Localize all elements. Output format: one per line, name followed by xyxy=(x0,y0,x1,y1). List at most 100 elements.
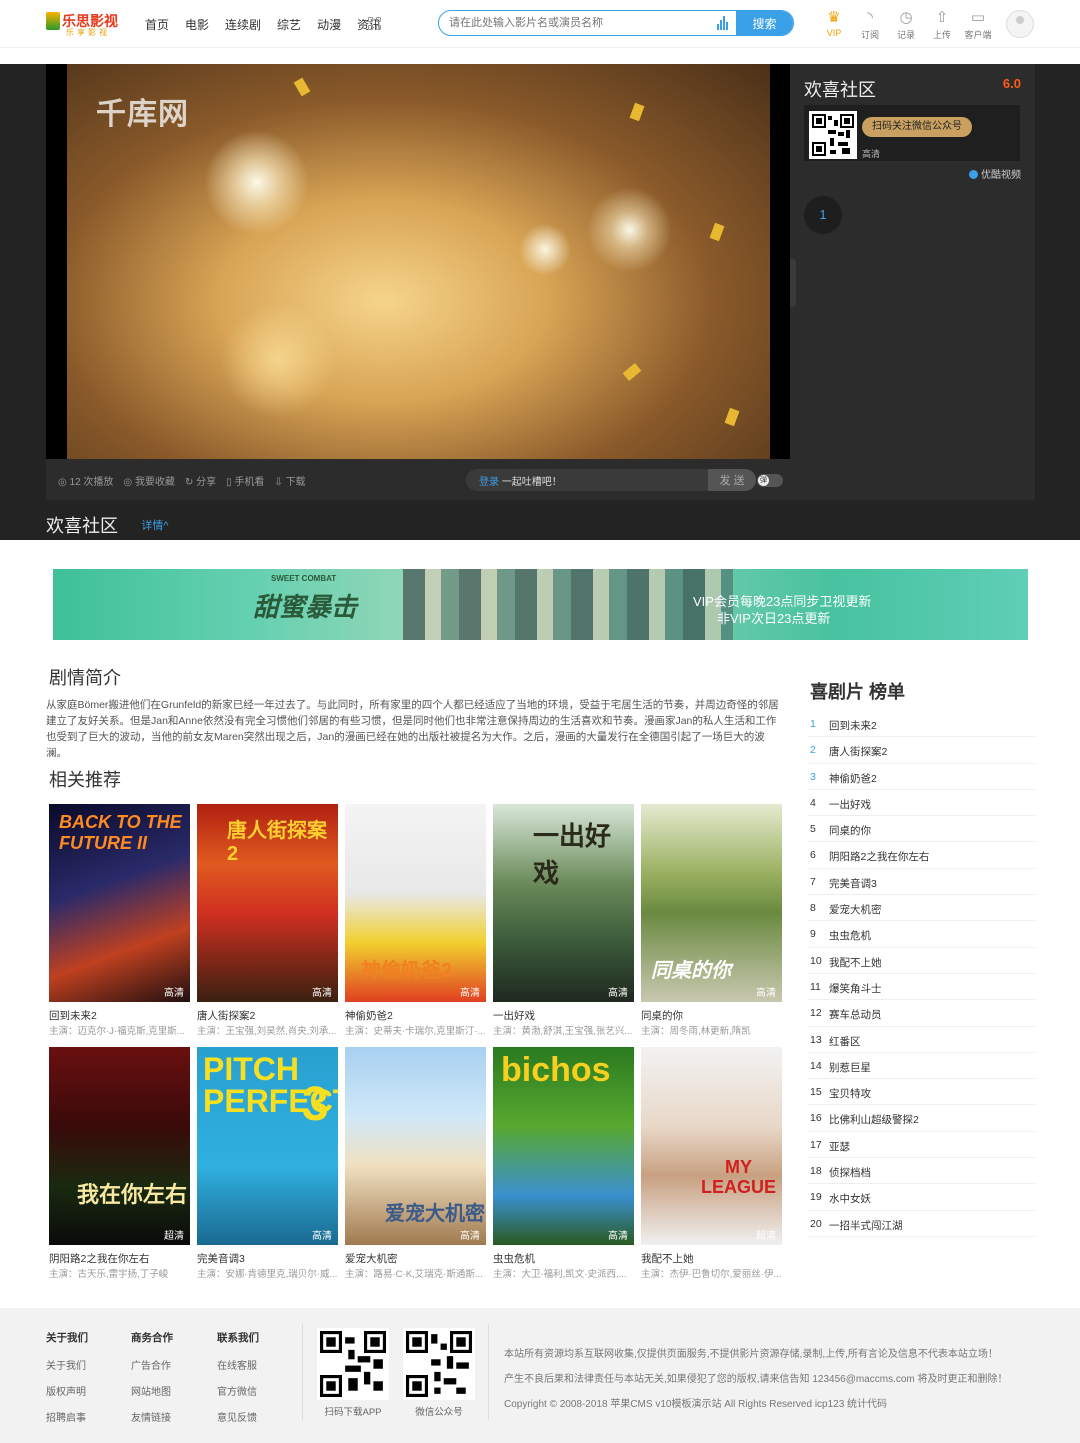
footer-link[interactable]: 版权声明 xyxy=(46,1383,88,1398)
poster-title[interactable]: 同桌的你 xyxy=(641,1008,683,1023)
rank-item[interactable]: 2 唐人街探案2 xyxy=(808,737,1035,764)
vip-button[interactable]: ♛ VIP xyxy=(816,8,852,41)
footer-link[interactable]: 官方微信 xyxy=(217,1383,259,1398)
video-player[interactable]: 千库网 xyxy=(46,64,790,459)
footer-link[interactable]: 友情链接 xyxy=(131,1409,173,1424)
footer-link[interactable]: 网站地图 xyxy=(131,1383,173,1398)
rank-item[interactable]: 12 赛车总动员 xyxy=(808,1000,1035,1027)
qr-pattern xyxy=(320,1331,386,1397)
promo-banner[interactable]: SWEET COMBAT 甜蜜暴击 VIP会员每晚23点同步卫视更新 非VIP次… xyxy=(53,569,1028,640)
search-button[interactable]: 搜索 xyxy=(736,11,793,35)
rank-title[interactable]: 侦探档档 xyxy=(829,1165,871,1180)
rank-item[interactable]: 6 阴阳路2之我在你左右 xyxy=(808,842,1035,869)
player-container: 千库网 ◎ 12 次播放 ◎ 我要收藏 ↻ 分享 ▯ 手机看 ⇩ 下载 登录 一… xyxy=(46,64,1035,500)
nav-item-anime[interactable]: 动漫 xyxy=(317,16,341,33)
subscribe-button[interactable]: ◝ 订阅 xyxy=(852,8,888,41)
episode-button[interactable]: 1 xyxy=(804,196,842,234)
rank-title[interactable]: 回到未来2 xyxy=(829,718,877,733)
poster-title[interactable]: 我配不上她 xyxy=(641,1251,694,1266)
poster-actors: 主演：史蒂夫·卡瑞尔,克里斯汀·... xyxy=(345,1026,486,1037)
voice-search-icon[interactable] xyxy=(717,16,729,30)
nav-item-home[interactable]: 首页 xyxy=(145,16,169,33)
rank-item[interactable]: 16 比佛利山超级警探2 xyxy=(808,1105,1035,1132)
site-logo[interactable]: 乐思影视 乐享影视 xyxy=(46,11,134,37)
more-grid-icon[interactable] xyxy=(368,17,381,30)
nav-item-series[interactable]: 连续剧 xyxy=(225,16,261,33)
poster-title[interactable]: 阴阳路2之我在你左右 xyxy=(49,1251,149,1266)
rank-title[interactable]: 宝贝特攻 xyxy=(829,1086,871,1101)
rank-item[interactable]: 14 别惹巨星 xyxy=(808,1053,1035,1080)
rank-title[interactable]: 虫虫危机 xyxy=(829,928,871,943)
search-input[interactable] xyxy=(439,11,709,35)
rank-title[interactable]: 别惹巨星 xyxy=(829,1060,871,1075)
favorite-button[interactable]: ◎ 我要收藏 xyxy=(123,473,175,488)
rank-title[interactable]: 完美音调3 xyxy=(829,876,877,891)
rank-item[interactable]: 8 爱宠大机密 xyxy=(808,895,1035,922)
rank-item[interactable]: 20 一招半式闯江湖 xyxy=(808,1211,1035,1237)
rank-item[interactable]: 4 一出好戏 xyxy=(808,790,1035,817)
client-button[interactable]: ▭ 客户端 xyxy=(960,8,996,41)
footer-link[interactable]: 广告合作 xyxy=(131,1357,173,1372)
rank-item[interactable]: 10 我配不上她 xyxy=(808,948,1035,974)
rank-item[interactable]: 18 侦探档档 xyxy=(808,1158,1035,1185)
share-button[interactable]: ↻ 分享 xyxy=(185,473,216,488)
rank-item[interactable]: 15 宝贝特攻 xyxy=(808,1079,1035,1106)
upload-button[interactable]: ⇧ 上传 xyxy=(924,8,960,41)
rank-title[interactable]: 爆笑角斗士 xyxy=(829,981,882,996)
rank-item[interactable]: 1 回到未来2 xyxy=(808,711,1035,738)
nav-item-movies[interactable]: 电影 xyxy=(185,16,209,33)
rank-title[interactable]: 唐人街探案2 xyxy=(829,744,887,759)
rank-item[interactable]: 3 神偷奶爸2 xyxy=(808,764,1035,790)
rank-item[interactable]: 17 亚瑟 xyxy=(808,1132,1035,1159)
rank-title[interactable]: 一招半式闯江湖 xyxy=(829,1218,903,1233)
poster-title[interactable]: 回到未来2 xyxy=(49,1008,97,1023)
rank-title[interactable]: 红番区 xyxy=(829,1034,861,1049)
login-link[interactable]: 登录 xyxy=(479,477,499,488)
rank-title[interactable]: 爱宠大机密 xyxy=(829,902,882,917)
rank-item[interactable]: 13 红番区 xyxy=(808,1027,1035,1053)
poster-title[interactable]: 爱宠大机密 xyxy=(345,1251,398,1266)
poster-image: 一出好戏 高清 xyxy=(493,804,634,1002)
quality-tag: 高清 xyxy=(312,1231,332,1242)
danmu-send-button[interactable]: 发 送 xyxy=(708,469,756,491)
rank-title[interactable]: 同桌的你 xyxy=(829,823,871,838)
rank-number: 6 xyxy=(810,849,816,862)
rank-title[interactable]: 赛车总动员 xyxy=(829,1007,882,1022)
poster-title[interactable]: 完美音调3 xyxy=(197,1251,245,1266)
user-avatar[interactable] xyxy=(1006,10,1034,38)
footer-link[interactable]: 意见反馈 xyxy=(217,1409,259,1424)
rank-item[interactable]: 5 同桌的你 xyxy=(808,816,1035,843)
sidebar-collapse-handle[interactable] xyxy=(790,259,796,307)
rank-title[interactable]: 阴阳路2之我在你左右 xyxy=(829,849,929,864)
download-button[interactable]: ⇩ 下载 xyxy=(274,473,305,488)
rank-title[interactable]: 亚瑟 xyxy=(829,1139,850,1154)
danmu-toggle[interactable] xyxy=(757,474,783,487)
nav-item-variety[interactable]: 综艺 xyxy=(277,16,301,33)
banner-cast-image xyxy=(403,569,733,640)
footer-divider xyxy=(302,1324,303,1420)
rank-title[interactable]: 我配不上她 xyxy=(829,955,882,970)
source-label[interactable]: 优酷视频 xyxy=(969,166,1021,181)
rank-title[interactable]: 比佛利山超级警探2 xyxy=(829,1112,919,1127)
footer-link[interactable]: 在线客服 xyxy=(217,1357,259,1372)
history-button[interactable]: ◷ 记录 xyxy=(888,8,924,41)
rank-title[interactable]: 神偷奶爸2 xyxy=(829,771,877,786)
poster-title[interactable]: 唐人街探案2 xyxy=(197,1008,255,1023)
mobile-view-button[interactable]: ▯ 手机看 xyxy=(226,473,264,488)
rank-item[interactable]: 9 虫虫危机 xyxy=(808,921,1035,948)
details-toggle[interactable]: 详情^ xyxy=(141,520,168,532)
poster-title[interactable]: 虫虫危机 xyxy=(493,1251,535,1266)
follow-wechat-button[interactable]: 扫码关注微信公众号 xyxy=(862,117,972,137)
rank-title[interactable]: 一出好戏 xyxy=(829,797,871,812)
rank-item[interactable]: 7 完美音调3 xyxy=(808,869,1035,896)
poster-title[interactable]: 一出好戏 xyxy=(493,1008,535,1023)
danmu-input[interactable]: 登录 一起吐槽吧！ xyxy=(479,473,562,488)
poster-title[interactable]: 神偷奶爸2 xyxy=(345,1008,393,1023)
footer-link[interactable]: 关于我们 xyxy=(46,1357,88,1372)
confetti xyxy=(629,102,645,122)
footer-link[interactable]: 招聘启事 xyxy=(46,1409,88,1424)
rank-item[interactable]: 11 爆笑角斗士 xyxy=(808,974,1035,1001)
player-zone: 千库网 ◎ 12 次播放 ◎ 我要收藏 ↻ 分享 ▯ 手机看 ⇩ 下载 登录 一… xyxy=(0,64,1080,540)
rank-item[interactable]: 19 水中女妖 xyxy=(808,1184,1035,1211)
rank-title[interactable]: 水中女妖 xyxy=(829,1191,871,1206)
